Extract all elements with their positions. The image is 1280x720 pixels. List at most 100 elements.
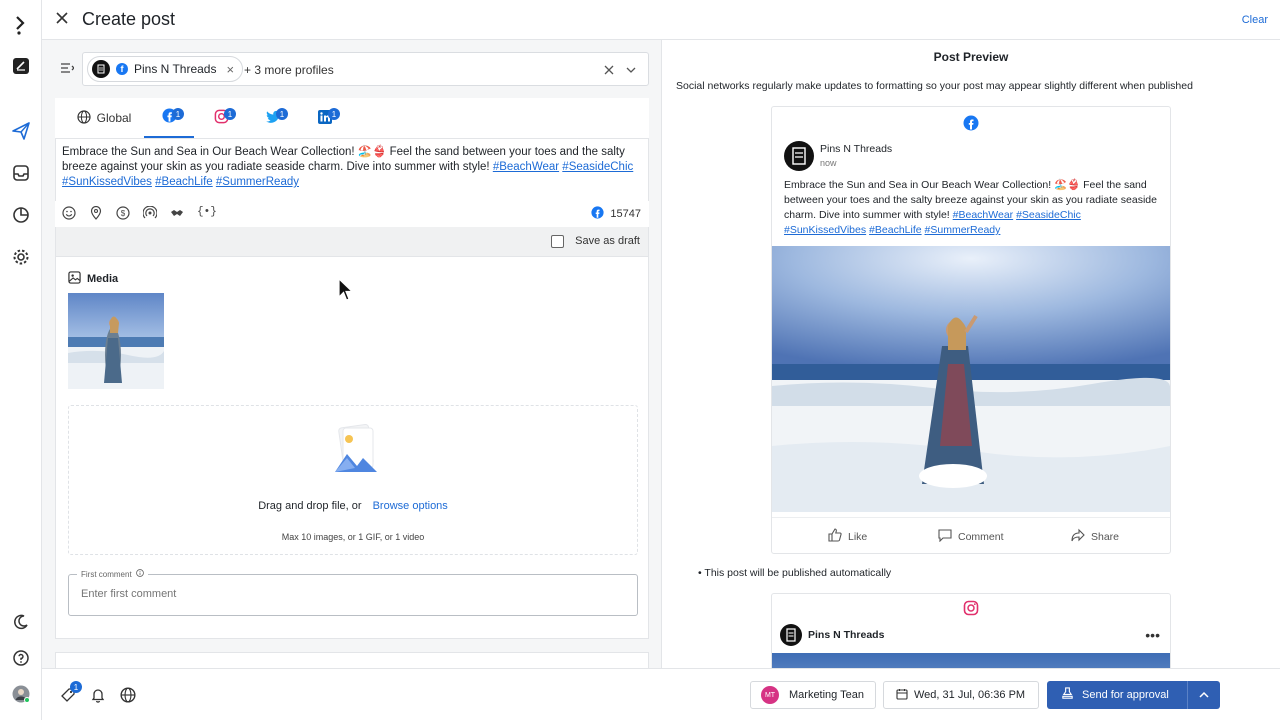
tab-linkedin[interactable]: 1: [300, 98, 350, 138]
tab-badge: 1: [328, 108, 340, 120]
hashtag[interactable]: #BeachWear: [493, 161, 559, 173]
emoji-icon[interactable]: [62, 206, 78, 222]
team-avatar: MT: [761, 686, 779, 704]
first-comment-legend: First comment: [77, 569, 148, 579]
save-draft-label[interactable]: Save as draft: [575, 235, 640, 247]
clear-profiles-icon[interactable]: [604, 62, 618, 76]
header: [42, 0, 1280, 40]
image-icon: [68, 271, 81, 287]
tab-facebook[interactable]: 1: [144, 98, 194, 138]
tab-global[interactable]: Global: [69, 98, 139, 138]
tab-global-label: Global: [96, 111, 132, 125]
character-count-value: 15747: [610, 208, 641, 220]
handshake-icon[interactable]: [170, 206, 186, 222]
more-profiles-label[interactable]: + 3 more profiles: [244, 63, 334, 77]
draft-row: Save as draft: [55, 227, 649, 257]
chevron-down-icon[interactable]: [626, 62, 640, 76]
preview-post-text: Embrace the Sun and Sea in Our Beach Wea…: [784, 178, 1160, 238]
avatar: [784, 141, 814, 171]
hashtag[interactable]: #SunKissedVibes: [62, 176, 152, 188]
hashtag[interactable]: #SunKissedVibes: [784, 224, 866, 236]
help-icon[interactable]: [11, 648, 31, 668]
facebook-preview-card: Pins N Threads now Embrace the Sun and S…: [771, 106, 1171, 554]
preview-panel: Post Preview Social networks regularly m…: [662, 40, 1280, 668]
hashtag[interactable]: #BeachLife: [155, 176, 213, 188]
like-action: Like: [828, 528, 867, 545]
settings-icon[interactable]: [11, 247, 31, 267]
like-label: Like: [848, 530, 868, 543]
profile-avatar: [92, 60, 110, 78]
team-selector[interactable]: MT Marketing Tean: [750, 681, 876, 709]
media-dropzone[interactable]: Drag and drop file, or Browse options Ma…: [68, 405, 638, 555]
bell-icon[interactable]: [90, 687, 106, 703]
media-thumbnail[interactable]: [68, 293, 164, 389]
send-for-approval-button[interactable]: Send for approval: [1047, 681, 1220, 709]
preview-title: Post Preview: [933, 50, 1009, 64]
clear-button[interactable]: Clear: [1242, 14, 1268, 26]
analytics-icon[interactable]: [11, 205, 31, 225]
preview-note: Social networks regularly make updates t…: [676, 80, 1193, 92]
share-action: Share: [1071, 528, 1119, 545]
first-comment-field[interactable]: First comment: [68, 569, 638, 616]
tag-icon[interactable]: 1: [60, 681, 82, 703]
composer-toolbar: $ {•} 15747: [55, 201, 649, 227]
left-rail: [0, 0, 42, 720]
send-label: Send for approval: [1082, 689, 1169, 701]
profile-selector[interactable]: f Pins N Threads × + 3 more profiles: [82, 52, 649, 86]
collapse-menu-icon[interactable]: [60, 61, 76, 77]
location-icon[interactable]: [89, 205, 105, 222]
next-section-card: [55, 652, 649, 668]
preview-profile-name: Pins N Threads: [820, 143, 893, 155]
preview-image: [772, 246, 1170, 512]
editor-panel: f Pins N Threads × + 3 more profiles Glo…: [42, 40, 662, 668]
hashtag[interactable]: #BeachLife: [869, 224, 922, 236]
dropzone-text: Drag and drop file, or Browse options: [69, 500, 637, 512]
mouse-cursor-icon: [338, 277, 354, 302]
send-main[interactable]: Send for approval: [1047, 687, 1187, 703]
network-tabs: Global 1 1 1 1: [55, 98, 649, 138]
media-heading: Media: [68, 271, 118, 287]
instagram-preview-image: [772, 653, 1170, 668]
comment-icon: [938, 528, 952, 545]
first-comment-input[interactable]: [81, 588, 621, 600]
tab-twitter[interactable]: 1: [248, 98, 298, 138]
chevron-up-icon[interactable]: [1188, 690, 1220, 700]
media-section: Media Drag and drop file, or Browse opti…: [55, 257, 649, 639]
save-draft-checkbox[interactable]: [551, 235, 564, 248]
schedule-date-picker[interactable]: Wed, 31 Jul, 06:36 PM: [883, 681, 1039, 709]
share-label: Share: [1091, 530, 1120, 543]
variable-icon[interactable]: {•}: [197, 206, 217, 222]
moon-icon[interactable]: [11, 612, 31, 632]
post-text[interactable]: Embrace the Sun and Sea in Our Beach Wea…: [62, 145, 646, 190]
dollar-icon[interactable]: $: [116, 206, 132, 222]
globe-icon[interactable]: [120, 687, 136, 703]
hashtag[interactable]: #SeasideChic: [1016, 209, 1081, 221]
hashtag[interactable]: #SummerReady: [925, 224, 1001, 236]
hashtag[interactable]: #SummerReady: [216, 176, 299, 188]
globe-icon: [77, 109, 91, 127]
footer: 1 MT Marketing Tean Wed, 31 Jul, 06:36 P…: [42, 668, 1280, 720]
user-avatar[interactable]: [11, 684, 31, 704]
auto-publish-text: This post will be published automaticall…: [704, 567, 892, 579]
profile-name: Pins N Threads: [134, 62, 217, 76]
facebook-icon: [591, 206, 604, 222]
close-icon[interactable]: [55, 11, 71, 27]
browse-options-link[interactable]: Browse options: [373, 500, 448, 512]
broadcast-icon[interactable]: [142, 205, 159, 222]
thumbs-up-icon: [828, 528, 842, 545]
dropzone-label: Drag and drop file, or: [258, 500, 362, 512]
hashtag[interactable]: #SeasideChic: [562, 161, 633, 173]
comment-label: Comment: [958, 530, 1004, 543]
compose-icon[interactable]: [11, 56, 31, 76]
more-options-icon[interactable]: •••: [1145, 627, 1160, 643]
inbox-icon[interactable]: [11, 163, 31, 183]
remove-profile-icon[interactable]: ×: [226, 62, 234, 77]
hashtag[interactable]: #BeachWear: [953, 209, 1014, 221]
instagram-preview-card: Pins N Threads •••: [771, 593, 1171, 668]
logo-icon[interactable]: [11, 15, 31, 35]
dropzone-hint: Max 10 images, or 1 GIF, or 1 video: [281, 532, 425, 542]
tab-instagram[interactable]: 1: [196, 98, 246, 138]
info-icon[interactable]: [135, 569, 144, 579]
send-icon[interactable]: [11, 121, 31, 141]
stamp-icon: [1061, 687, 1074, 703]
